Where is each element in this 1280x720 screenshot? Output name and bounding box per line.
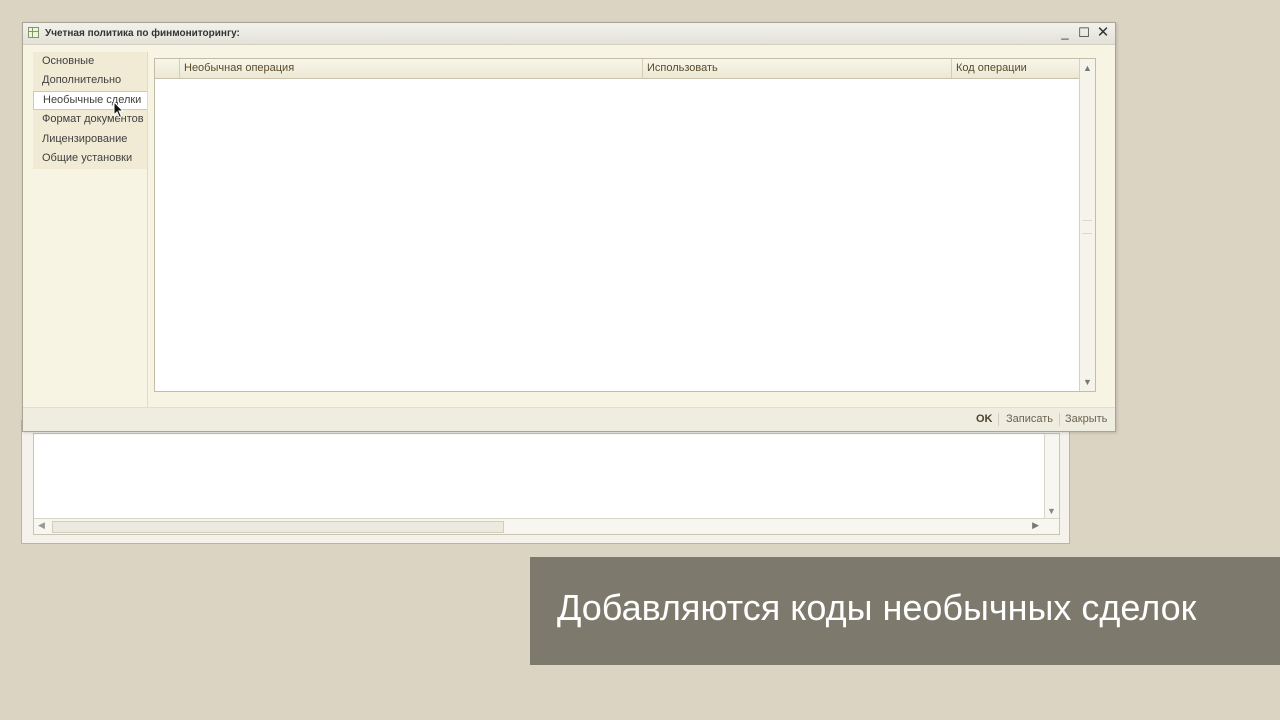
minimize-button[interactable]: _	[1057, 25, 1073, 41]
unusual-operations-table[interactable]: Необычная операция Использовать Код опер…	[154, 58, 1096, 392]
background-horizontal-scrollbar[interactable]: ◀ ▶	[34, 518, 1059, 534]
table-grid-icon	[28, 27, 39, 38]
column-header-operation-code[interactable]: Код операции	[951, 59, 1079, 78]
close-button[interactable]: Закрыть	[1065, 413, 1107, 425]
ok-button[interactable]: OK	[976, 413, 993, 425]
nav-item-document-format[interactable]: Формат документов	[33, 110, 147, 129]
table-vertical-scrollbar[interactable]: ▲ ▼	[1079, 59, 1095, 391]
table-header: Необычная операция Использовать Код опер…	[155, 59, 1079, 79]
background-list[interactable]: ▼ ◀ ▶	[33, 433, 1060, 535]
background-window: ▼ ◀ ▶	[21, 420, 1070, 544]
nav-divider	[147, 52, 148, 422]
arrow-up-icon[interactable]: ▲	[1083, 63, 1092, 73]
column-header-use[interactable]: Использовать	[642, 59, 951, 78]
window-title: Учетная политика по финмониторингу:	[45, 28, 240, 39]
title-bar[interactable]: Учетная политика по финмониторингу: _ ☐ …	[23, 23, 1115, 45]
dialog-footer: OK Записать Закрыть	[23, 407, 1115, 431]
column-header-unusual-operation[interactable]: Необычная операция	[179, 59, 642, 78]
scrollbar-thumb[interactable]	[52, 521, 504, 533]
nav-item-general-settings[interactable]: Общие установки	[33, 149, 147, 168]
section-nav: Основные Дополнительно Необычные сделки …	[33, 52, 149, 422]
nav-item-additional[interactable]: Дополнительно	[33, 71, 147, 90]
arrow-down-icon[interactable]: ▼	[1083, 377, 1092, 387]
arrow-left-icon[interactable]: ◀	[38, 520, 45, 531]
nav-item-main[interactable]: Основные	[33, 52, 147, 71]
mouse-pointer-icon	[113, 101, 125, 119]
maximize-button[interactable]: ☐	[1076, 25, 1092, 41]
arrow-down-icon[interactable]: ▼	[1047, 506, 1056, 516]
close-window-button[interactable]: ✕	[1095, 25, 1111, 41]
row-marker-column-header	[155, 59, 179, 78]
accounting-policy-dialog: Учетная политика по финмониторингу: _ ☐ …	[22, 22, 1116, 432]
footer-separator	[998, 413, 999, 426]
background-vertical-scrollbar[interactable]: ▼	[1044, 434, 1059, 518]
arrow-right-icon[interactable]: ▶	[1032, 520, 1039, 531]
save-button[interactable]: Записать	[1006, 413, 1053, 425]
footer-separator	[1059, 413, 1060, 426]
scrollbar-thumb[interactable]	[1082, 220, 1092, 234]
caption-text: Добавляются коды необычных сделок	[557, 587, 1197, 628]
nav-item-licensing[interactable]: Лицензирование	[33, 130, 147, 149]
caption-banner: Добавляются коды необычных сделок	[530, 557, 1280, 665]
nav-item-unusual-deals[interactable]: Необычные сделки	[33, 91, 147, 110]
